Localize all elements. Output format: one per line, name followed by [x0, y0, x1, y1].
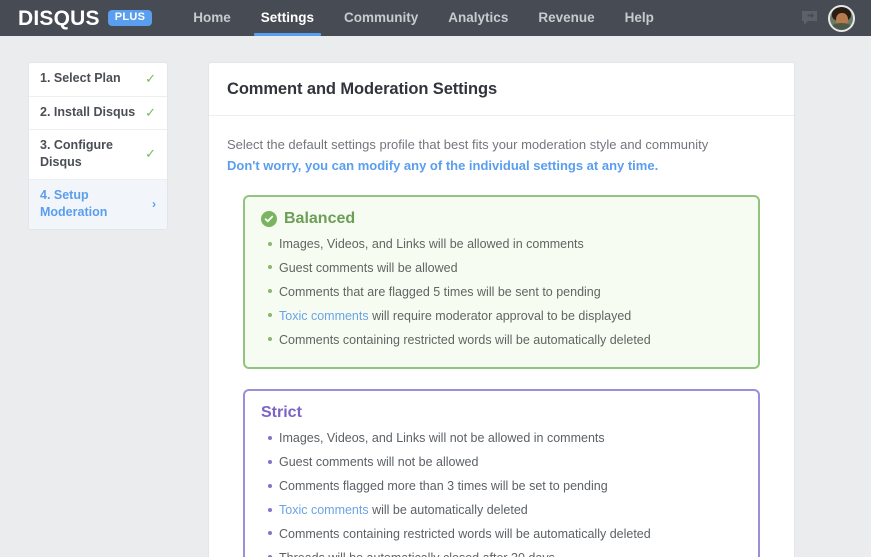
nav-item-community[interactable]: Community [329, 0, 433, 36]
list-item: Guest comments will be allowed [279, 256, 742, 280]
intro-primary-text: Select the default settings profile that… [227, 135, 776, 156]
page-title: Comment and Moderation Settings [227, 80, 776, 99]
profile-card-feature-list: Images, Videos, and Links will be allowe… [261, 233, 742, 352]
list-item: Comments that are flagged 5 times will b… [279, 280, 742, 304]
list-item-text: Comments flagged more than 3 times will … [279, 479, 608, 493]
sidebar-step-label: 2. Install Disqus [40, 104, 135, 121]
sidebar-step-3[interactable]: 3. Configure Disqus ✓ [29, 130, 167, 180]
sidebar-step-label: 4. Setup Moderation [40, 187, 146, 221]
check-icon: ✓ [145, 104, 156, 122]
setup-steps-sidebar: 1. Select Plan✓2. Install Disqus✓3. Conf… [28, 62, 168, 230]
settings-panel: Comment and Moderation Settings Select t… [208, 62, 795, 557]
list-item: Comments flagged more than 3 times will … [279, 475, 742, 499]
brand-plus-badge: PLUS [108, 10, 153, 26]
list-item-text: Comments that are flagged 5 times will b… [279, 285, 601, 299]
profile-card-title: Strict [261, 404, 302, 422]
check-icon: ✓ [145, 145, 156, 163]
profile-card-strict[interactable]: Strict Images, Videos, and Links will not… [243, 389, 760, 557]
intro-accent-text: Don't worry, you can modify any of the i… [227, 156, 776, 177]
chevron-right-icon: › [152, 196, 156, 212]
user-avatar[interactable] [828, 5, 855, 32]
list-item-text-tail: will require moderator approval to be di… [369, 309, 632, 323]
sidebar-step-4[interactable]: 4. Setup Moderation › [29, 180, 167, 229]
profile-card-feature-list: Images, Videos, and Links will not be al… [261, 427, 742, 557]
list-item-text: Guest comments will be allowed [279, 261, 458, 275]
avatar-shirt [831, 23, 852, 32]
list-item: Toxic comments will require moderator ap… [279, 304, 742, 328]
list-item-text: Images, Videos, and Links will not be al… [279, 431, 605, 445]
check-icon: ✓ [145, 70, 156, 88]
profile-card-title-row: Strict [261, 404, 742, 422]
list-item: Comments containing restricted words wil… [279, 522, 742, 546]
list-item: Comments containing restricted words wil… [279, 328, 742, 352]
list-item-text: Comments containing restricted words wil… [279, 527, 651, 541]
list-item-text: Images, Videos, and Links will be allowe… [279, 237, 584, 251]
nav-item-help[interactable]: Help [610, 0, 669, 36]
sidebar-step-label: 3. Configure Disqus [40, 137, 139, 171]
list-item-text: Threads will be automatically closed aft… [279, 551, 555, 557]
list-item: Images, Videos, and Links will not be al… [279, 427, 742, 451]
list-item: Images, Videos, and Links will be allowe… [279, 233, 742, 257]
profile-card-balanced[interactable]: Balanced Images, Videos, and Links will b… [243, 195, 760, 369]
speech-bubble-reply-icon[interactable] [800, 9, 819, 28]
list-item-text-tail: will be automatically deleted [369, 503, 528, 517]
profile-card-title-row: Balanced [261, 210, 742, 228]
sidebar-step-label: 1. Select Plan [40, 70, 121, 87]
brand-logo[interactable]: DISQUS PLUS [18, 8, 152, 29]
list-item-text: Comments containing restricted words wil… [279, 333, 651, 347]
nav-item-analytics[interactable]: Analytics [433, 0, 523, 36]
toxic-comments-link[interactable]: Toxic comments [279, 309, 369, 323]
nav-item-home[interactable]: Home [178, 0, 246, 36]
profile-card-title: Balanced [284, 210, 355, 228]
list-item: Toxic comments will be automatically del… [279, 499, 742, 523]
top-navigation-bar: DISQUS PLUS HomeSettingsCommunityAnalyti… [0, 0, 871, 36]
profile-cards: Balanced Images, Videos, and Links will b… [227, 195, 776, 557]
toxic-comments-link[interactable]: Toxic comments [279, 503, 369, 517]
topbar-actions [800, 5, 861, 32]
brand-name: DISQUS [18, 8, 100, 29]
main-nav: HomeSettingsCommunityAnalyticsRevenueHel… [178, 0, 669, 36]
list-item-text: Guest comments will not be allowed [279, 455, 478, 469]
panel-header: Comment and Moderation Settings [209, 63, 794, 116]
list-item: Guest comments will not be allowed [279, 451, 742, 475]
list-item: Threads will be automatically closed aft… [279, 546, 742, 557]
panel-body: Select the default settings profile that… [209, 116, 794, 557]
nav-item-settings[interactable]: Settings [246, 0, 329, 36]
selected-check-icon [261, 211, 277, 227]
sidebar-step-2[interactable]: 2. Install Disqus ✓ [29, 97, 167, 131]
page-content: 1. Select Plan✓2. Install Disqus✓3. Conf… [0, 36, 871, 557]
sidebar-step-1[interactable]: 1. Select Plan ✓ [29, 63, 167, 97]
nav-item-revenue[interactable]: Revenue [523, 0, 609, 36]
